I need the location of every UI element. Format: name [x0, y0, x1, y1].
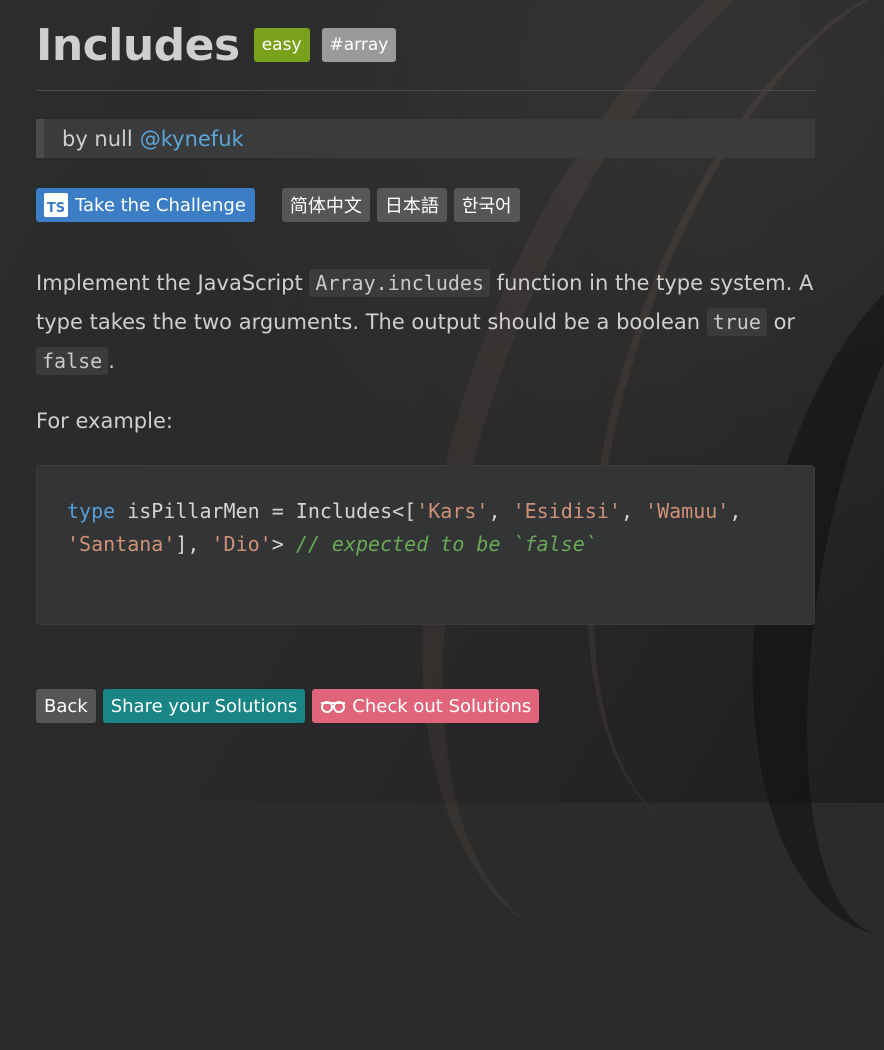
- tag-badge-array[interactable]: #array: [322, 28, 397, 62]
- description-paragraph: Implement the JavaScript Array.includes …: [36, 264, 815, 381]
- code-string: 'Esidisi': [513, 499, 621, 523]
- code-text: ],: [175, 532, 211, 556]
- page-title: Includes: [36, 20, 240, 71]
- code-comment: // expected to be `false`: [296, 532, 597, 556]
- code-text: isPillarMen =: [115, 499, 296, 523]
- take-challenge-label: Take the Challenge: [75, 195, 246, 216]
- check-solutions-label: Check out Solutions: [352, 696, 531, 717]
- share-solutions-button[interactable]: Share your Solutions: [103, 689, 306, 723]
- lang-zh-button[interactable]: 简体中文: [282, 188, 370, 222]
- description-text: or: [767, 310, 795, 334]
- code-string: 'Dio': [212, 532, 272, 556]
- code-text: Includes<[: [296, 499, 416, 523]
- lang-ko-button[interactable]: 한국어: [454, 188, 520, 222]
- code-string: 'Santana': [67, 532, 175, 556]
- check-solutions-button[interactable]: Check out Solutions: [312, 689, 539, 723]
- take-challenge-button[interactable]: TS Take the Challenge: [36, 188, 255, 222]
- action-button-row: Back Share your Solutions Check out Solu…: [36, 689, 815, 723]
- code-string: 'Wamuu': [645, 499, 729, 523]
- code-string: 'Kars': [416, 499, 488, 523]
- glasses-icon: [320, 699, 346, 713]
- code-text: ,: [488, 499, 512, 523]
- challenge-content: Includes easy #array by null @kynefuk TS…: [36, 0, 815, 723]
- challenge-button-row: TS Take the Challenge 简体中文 日本語 한국어: [36, 188, 815, 222]
- typescript-icon: TS: [44, 193, 68, 217]
- inline-code: false: [36, 347, 108, 375]
- example-code-block: type isPillarMen = Includes<['Kars', 'Es…: [36, 465, 815, 625]
- inline-code: true: [707, 308, 767, 336]
- description-text: Implement the JavaScript: [36, 271, 309, 295]
- back-button[interactable]: Back: [36, 689, 96, 723]
- difficulty-badge[interactable]: easy: [254, 28, 310, 62]
- lang-ja-button[interactable]: 日本語: [377, 188, 447, 222]
- title-row: Includes easy #array: [36, 0, 815, 91]
- author-blockquote: by null @kynefuk: [36, 119, 815, 158]
- code-text: ,: [729, 499, 753, 523]
- example-label: For example:: [36, 409, 815, 433]
- description-text: .: [108, 349, 115, 373]
- code-text: ,: [621, 499, 645, 523]
- author-by-text: by null: [62, 127, 133, 151]
- code-keyword: type: [67, 499, 115, 523]
- author-handle-link[interactable]: @kynefuk: [140, 127, 244, 151]
- inline-code: Array.includes: [309, 269, 490, 297]
- code-text: >: [272, 532, 296, 556]
